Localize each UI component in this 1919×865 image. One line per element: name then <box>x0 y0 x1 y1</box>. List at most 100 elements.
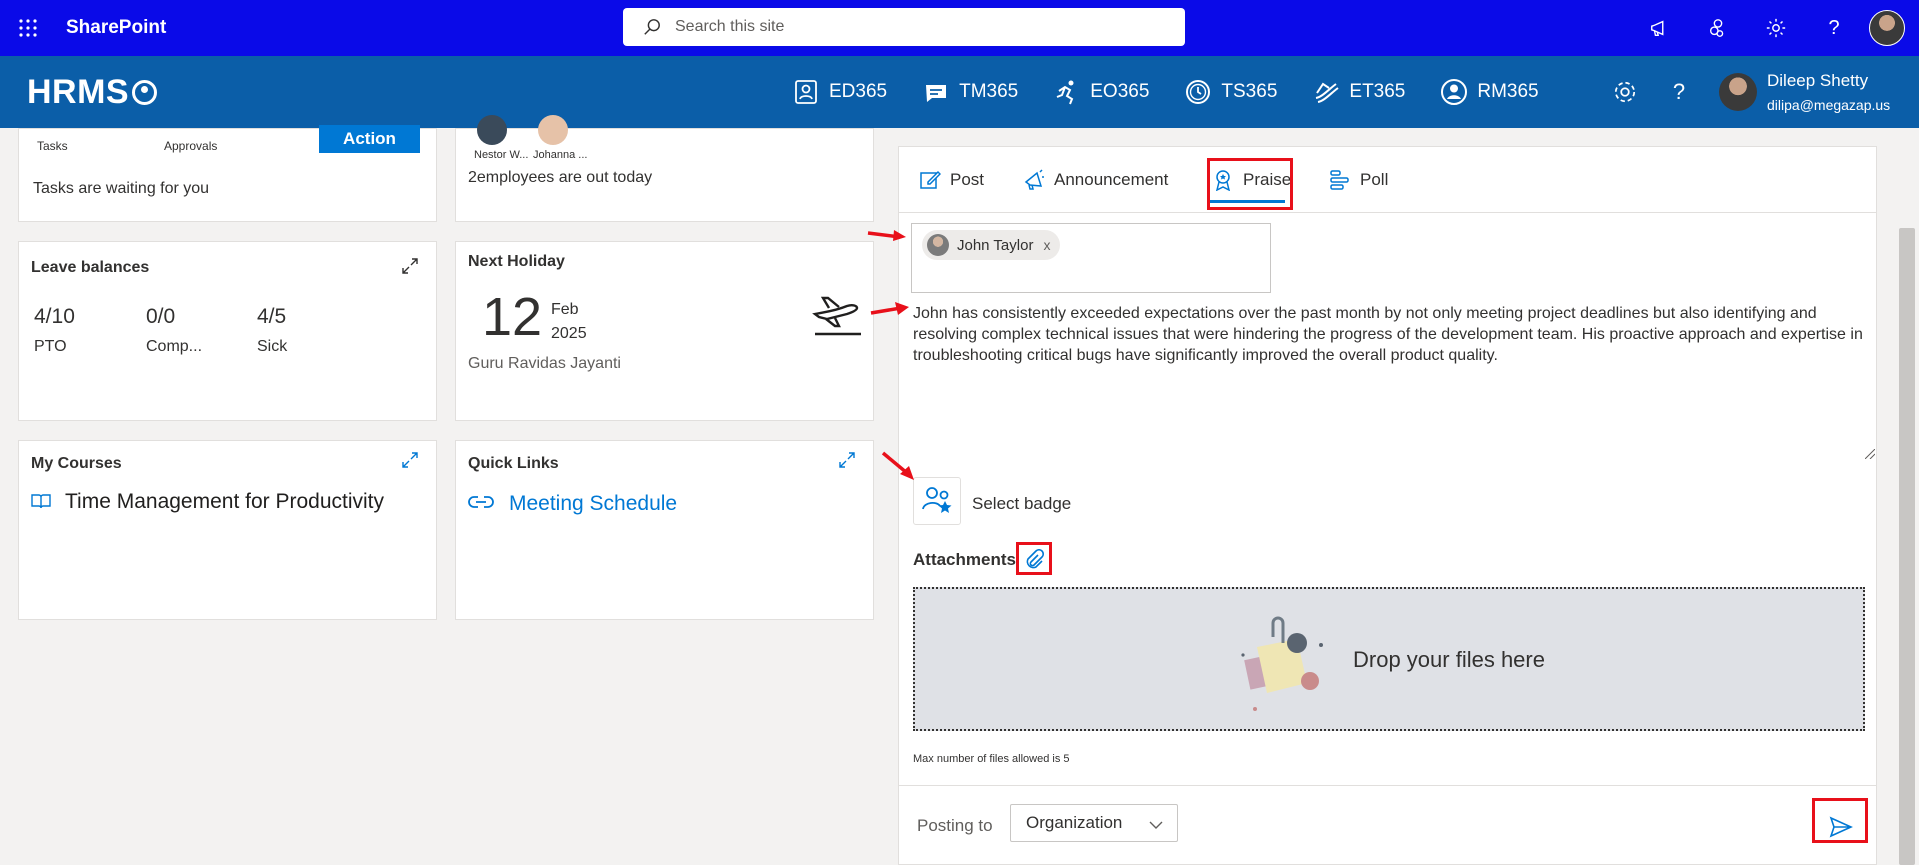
badge-people-icon <box>922 487 952 513</box>
nav-rm365[interactable]: RM365 <box>1439 77 1539 107</box>
suite-actions: ? <box>1631 0 1919 56</box>
tab-label: Announcement <box>1054 170 1169 189</box>
nav-ed365[interactable]: ED365 <box>791 77 887 107</box>
tab-announcement[interactable]: Announcement <box>1023 147 1168 213</box>
user-email: dilipa@megazap.us <box>1767 97 1891 113</box>
app-launcher-icon[interactable] <box>0 0 56 56</box>
app-tools: ? Dileep Shetty dilipa@megazap.us <box>1609 56 1890 128</box>
avatar[interactable] <box>1869 10 1905 46</box>
card-title: Quick Links <box>468 455 559 472</box>
expand-icon[interactable] <box>400 450 420 470</box>
runner-icon <box>1052 77 1082 107</box>
posting-to-value: Organization <box>1026 813 1123 832</box>
search-input[interactable] <box>675 18 1155 36</box>
person-icon <box>1439 77 1469 107</box>
edit-icon <box>920 170 941 189</box>
posting-to-select[interactable]: Organization <box>1010 804 1178 842</box>
nav-et365[interactable]: ET365 <box>1311 77 1405 107</box>
nav-tm365[interactable]: TM365 <box>921 77 1018 107</box>
person-name: Johanna ... <box>533 149 588 161</box>
book-icon <box>31 494 51 509</box>
post-panel: Post Announcement Praise Poll John Taylo… <box>898 146 1877 865</box>
card-title: Next Holiday <box>468 253 565 270</box>
files-illustration-icon <box>1241 616 1323 711</box>
leave-value: 4/10 <box>34 305 75 328</box>
user-profile[interactable]: Dileep Shetty dilipa@megazap.us <box>1719 71 1890 113</box>
nav-label: RM365 <box>1477 81 1539 102</box>
nav-eo365[interactable]: EO365 <box>1052 77 1149 107</box>
annotation-arrow-icon <box>867 230 906 241</box>
megaphone-icon <box>1024 169 1044 190</box>
out-today-message: 2employees are out today <box>468 169 653 186</box>
hrms-logo[interactable]: HRMS <box>27 72 158 112</box>
leave-type: Comp... <box>146 338 203 355</box>
chat-icon <box>921 77 951 107</box>
nav-ts365[interactable]: TS365 <box>1183 77 1277 107</box>
megaphone-icon[interactable] <box>1631 0 1689 56</box>
search-icon <box>644 19 660 35</box>
holiday-name: Guru Ravidas Jayanti <box>468 355 621 372</box>
card-title: Leave balances <box>31 259 150 276</box>
recipient-name: John Taylor <box>957 236 1034 254</box>
scrollbar-thumb[interactable] <box>1899 228 1915 865</box>
annotation-arrow-icon <box>881 451 914 480</box>
link-icon <box>468 496 494 508</box>
tasks-card: Tasks Approvals Action Tasks are waiting… <box>18 125 437 222</box>
select-badge-label[interactable]: Select badge <box>972 494 1071 514</box>
sharepoint-app-icon[interactable] <box>1689 0 1747 56</box>
attachments-label: Attachments <box>913 550 1016 569</box>
file-dropzone[interactable]: Drop your files here <box>913 587 1865 731</box>
quick-link[interactable]: Meeting Schedule <box>509 492 677 516</box>
select-badge-button[interactable] <box>913 477 961 525</box>
people-picker[interactable]: John Taylor x <box>911 223 1271 293</box>
settings-icon[interactable] <box>1747 0 1805 56</box>
suite-bar: SharePoint ? <box>0 0 1919 56</box>
max-files-note: Max number of files allowed is 5 <box>913 753 1070 765</box>
directory-icon <box>791 77 821 107</box>
help-icon[interactable]: ? <box>1805 0 1863 56</box>
tab-label: Post <box>950 170 985 189</box>
poll-icon <box>1330 170 1349 190</box>
person-name: Nestor W... <box>474 149 529 161</box>
tasks-message: Tasks are waiting for you <box>33 180 210 197</box>
tab-post[interactable]: Post <box>919 147 984 213</box>
logo-text: HRMS <box>27 72 130 111</box>
holiday-year: 2025 <box>551 325 587 342</box>
holiday-day: 12 <box>482 287 543 347</box>
leave-type: PTO <box>34 338 67 355</box>
course-link[interactable]: Time Management for Productivity <box>65 490 384 514</box>
highlight-box-praise-tab <box>1207 158 1293 210</box>
app-settings-icon[interactable] <box>1609 76 1641 108</box>
remove-recipient-button[interactable]: x <box>1043 237 1050 253</box>
resize-handle-icon[interactable] <box>1865 449 1875 459</box>
expense-icon <box>1311 77 1341 107</box>
next-holiday-card: Next Holiday 12 Feb 2025 Guru Ravidas Ja… <box>455 241 874 421</box>
leave-balances-card: Leave balances 4/10 PTO 0/0 Comp... 4/5 … <box>18 241 437 421</box>
nav-label: TS365 <box>1221 81 1278 102</box>
expand-icon[interactable] <box>837 450 857 470</box>
avatar <box>1719 73 1757 111</box>
nav-label: TM365 <box>959 81 1019 102</box>
quick-links-card: Quick Links Meeting Schedule <box>455 440 874 620</box>
action-button[interactable]: Action <box>319 125 420 153</box>
logo-person-icon <box>132 79 158 105</box>
out-today-card: Nestor W... Johanna ... 2employees are o… <box>455 115 874 222</box>
praise-message-input[interactable]: John has consistently exceeded expectati… <box>913 303 1863 559</box>
expand-icon[interactable] <box>400 256 420 276</box>
clock-icon <box>1183 77 1213 107</box>
highlight-box-send <box>1812 798 1868 843</box>
chevron-down-icon <box>1149 821 1163 829</box>
app-help-icon[interactable]: ? <box>1663 76 1695 108</box>
tab-label: Poll <box>1360 170 1389 189</box>
my-courses-card: My Courses Time Management for Productiv… <box>18 440 437 620</box>
avatar <box>927 234 949 256</box>
tab-poll[interactable]: Poll <box>1329 147 1388 213</box>
suite-app-name[interactable]: SharePoint <box>66 17 166 39</box>
site-search[interactable] <box>623 8 1185 46</box>
leave-value: 0/0 <box>146 305 176 328</box>
nav-label: ED365 <box>829 81 888 102</box>
app-nav: ED365 TM365 EO365 TS365 ET365 RM365 <box>791 56 1573 128</box>
nav-label: ET365 <box>1349 81 1406 102</box>
nav-label: EO365 <box>1090 81 1150 102</box>
leave-type: Sick <box>257 338 288 355</box>
